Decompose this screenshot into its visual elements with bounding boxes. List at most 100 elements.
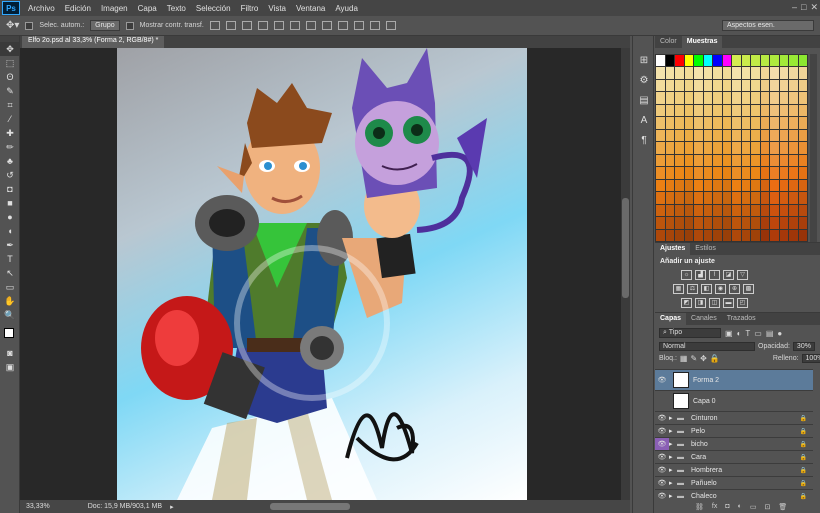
swatch[interactable] bbox=[741, 92, 750, 104]
swatch[interactable] bbox=[798, 104, 807, 117]
swatch[interactable] bbox=[770, 92, 779, 104]
maximize-button[interactable]: □ bbox=[801, 2, 806, 13]
distribute-top-icon[interactable] bbox=[305, 21, 316, 30]
swatch[interactable] bbox=[665, 192, 674, 204]
menu-ventana[interactable]: Ventana bbox=[291, 4, 330, 13]
swatch[interactable] bbox=[789, 104, 798, 117]
black-white-icon[interactable]: ◧ bbox=[701, 284, 712, 294]
swatch[interactable] bbox=[713, 55, 722, 67]
swatch[interactable] bbox=[722, 129, 731, 142]
vertical-scrollbar[interactable] bbox=[621, 48, 630, 500]
swatch[interactable] bbox=[798, 229, 807, 241]
swatch[interactable] bbox=[732, 179, 741, 192]
swatch[interactable] bbox=[770, 67, 779, 79]
swatch[interactable] bbox=[665, 92, 674, 104]
swatch[interactable] bbox=[798, 117, 807, 129]
swatch[interactable] bbox=[694, 167, 703, 179]
screen-mode-icon[interactable]: ▣ bbox=[0, 360, 20, 374]
swatch[interactable] bbox=[779, 167, 788, 179]
swatch[interactable] bbox=[656, 179, 665, 192]
swatch[interactable] bbox=[760, 229, 769, 241]
distribute-right-icon[interactable] bbox=[385, 21, 396, 30]
swatch[interactable] bbox=[779, 217, 788, 229]
lasso-tool-icon[interactable]: ʘ bbox=[0, 70, 20, 84]
menu-imagen[interactable]: Imagen bbox=[96, 4, 133, 13]
swatch[interactable] bbox=[684, 142, 693, 154]
swatch[interactable] bbox=[675, 55, 684, 67]
new-adjustment-icon[interactable]: ◐ bbox=[738, 503, 742, 511]
swatch[interactable] bbox=[751, 117, 760, 129]
swatch[interactable] bbox=[732, 129, 741, 142]
menu-capa[interactable]: Capa bbox=[133, 4, 162, 13]
swatch[interactable] bbox=[703, 129, 712, 142]
swatch[interactable] bbox=[751, 192, 760, 204]
swatch[interactable] bbox=[713, 154, 722, 167]
filter-toggle-icon[interactable]: ● bbox=[777, 329, 782, 338]
swatch[interactable] bbox=[741, 204, 750, 217]
swatch[interactable] bbox=[656, 154, 665, 167]
menu-archivo[interactable]: Archivo bbox=[23, 4, 60, 13]
swatch[interactable] bbox=[684, 55, 693, 67]
swatch[interactable] bbox=[760, 192, 769, 204]
swatch[interactable] bbox=[760, 92, 769, 104]
swatch[interactable] bbox=[779, 204, 788, 217]
swatch[interactable] bbox=[779, 67, 788, 79]
swatch[interactable] bbox=[741, 79, 750, 92]
swatch[interactable] bbox=[713, 229, 722, 241]
swatch[interactable] bbox=[656, 92, 665, 104]
swatch[interactable] bbox=[694, 179, 703, 192]
swatch[interactable] bbox=[665, 229, 674, 241]
properties-panel-icon[interactable]: ⚙ bbox=[633, 70, 655, 90]
swatch[interactable] bbox=[798, 204, 807, 217]
swatch[interactable] bbox=[684, 167, 693, 179]
tab-styles[interactable]: Estilos bbox=[690, 243, 721, 255]
swatch[interactable] bbox=[713, 117, 722, 129]
align-right-icon[interactable] bbox=[289, 21, 300, 30]
swatch[interactable] bbox=[665, 55, 674, 67]
swatch[interactable] bbox=[722, 229, 731, 241]
swatch[interactable] bbox=[713, 104, 722, 117]
tab-paths[interactable]: Trazados bbox=[722, 313, 761, 325]
swatch[interactable] bbox=[694, 129, 703, 142]
swatch[interactable] bbox=[798, 179, 807, 192]
swatch[interactable] bbox=[656, 129, 665, 142]
swatch[interactable] bbox=[722, 142, 731, 154]
swatch[interactable] bbox=[741, 67, 750, 79]
swatch[interactable] bbox=[703, 104, 712, 117]
swatch[interactable] bbox=[789, 117, 798, 129]
swatch[interactable] bbox=[703, 67, 712, 79]
expand-arrow-icon[interactable]: ▸ bbox=[669, 479, 677, 487]
swatch[interactable] bbox=[675, 229, 684, 241]
swatch[interactable] bbox=[741, 104, 750, 117]
swatch[interactable] bbox=[722, 217, 731, 229]
type-tool-icon[interactable]: T bbox=[0, 252, 20, 266]
swatch[interactable] bbox=[760, 217, 769, 229]
swatch[interactable] bbox=[665, 117, 674, 129]
swatch[interactable] bbox=[789, 229, 798, 241]
swatch[interactable] bbox=[760, 204, 769, 217]
swatch[interactable] bbox=[722, 104, 731, 117]
new-layer-icon[interactable]: ⊡ bbox=[764, 503, 770, 511]
auto-select-checkbox[interactable] bbox=[25, 21, 34, 30]
expand-arrow-icon[interactable]: ▸ bbox=[669, 414, 677, 422]
swatch[interactable] bbox=[656, 67, 665, 79]
add-mask-icon[interactable]: ◘ bbox=[725, 503, 729, 511]
swatch[interactable] bbox=[770, 104, 779, 117]
swatch[interactable] bbox=[789, 142, 798, 154]
quick-select-tool-icon[interactable]: ✎ bbox=[0, 84, 20, 98]
swatch[interactable] bbox=[675, 217, 684, 229]
photo-filter-icon[interactable]: ◉ bbox=[715, 284, 726, 294]
swatch[interactable] bbox=[656, 55, 665, 67]
swatches-scrollbar[interactable] bbox=[810, 54, 817, 242]
swatch[interactable] bbox=[722, 55, 731, 67]
swatch[interactable] bbox=[675, 167, 684, 179]
levels-icon[interactable]: ▟ bbox=[695, 270, 706, 280]
swatch[interactable] bbox=[713, 129, 722, 142]
swatch[interactable] bbox=[703, 142, 712, 154]
healing-tool-icon[interactable]: ✚ bbox=[0, 126, 20, 140]
swatch[interactable] bbox=[789, 67, 798, 79]
swatch[interactable] bbox=[713, 217, 722, 229]
distribute-center-icon[interactable] bbox=[369, 21, 380, 30]
stamp-tool-icon[interactable]: ♣ bbox=[0, 154, 20, 168]
menu-filtro[interactable]: Filtro bbox=[236, 4, 264, 13]
